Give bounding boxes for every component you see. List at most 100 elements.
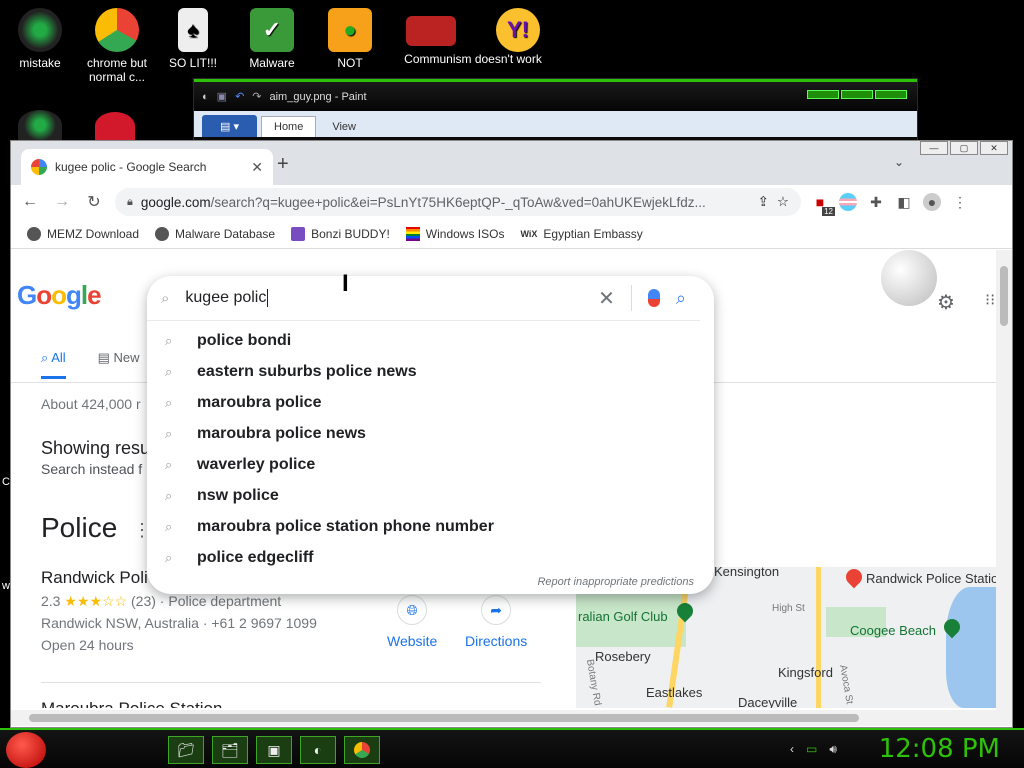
apps-grid-icon[interactable]: ⁝⁝: [985, 290, 995, 310]
taskbar-clock[interactable]: 12:08 PM: [879, 734, 1000, 764]
close-tab-icon[interactable]: ✕: [251, 159, 263, 176]
address-bar[interactable]: 🔒︎ google.com/search?q=kugee+polic&ei=Ps…: [115, 188, 801, 216]
website-label: Website: [387, 633, 438, 649]
side-panel-icon[interactable]: ◧: [895, 193, 913, 211]
search-icon: ⌕: [165, 332, 173, 348]
paint-window[interactable]: ◐ ▣ ↶ ↷ aim_guy.png - Paint ▤ ▾ Home Vie…: [193, 78, 918, 148]
suggestion-item[interactable]: ⌕ maroubra police station phone number: [147, 511, 714, 542]
suggestion-item[interactable]: ⌕ police bondi: [147, 325, 714, 356]
redo-icon[interactable]: ↷: [252, 90, 261, 103]
puzzle-piece-icon[interactable]: ✚: [867, 193, 885, 211]
shield-check-icon: ✓: [250, 8, 294, 52]
url-text[interactable]: google.com/search?q=kugee+polic&ei=PsLnY…: [141, 195, 750, 210]
google-logo[interactable]: Google: [17, 280, 102, 311]
system-tray: ‹ ▭ 🔊︎: [790, 742, 837, 757]
trans-flag-extension-icon[interactable]: [839, 193, 857, 211]
undo-icon[interactable]: ↶: [235, 90, 244, 103]
suggestion-item[interactable]: ⌕ police edgecliff: [147, 542, 714, 573]
desktop-icon-communism[interactable]: Y! Communism doesn't work: [388, 8, 558, 66]
paint-file-menu-button[interactable]: ▤ ▾: [202, 115, 257, 137]
url-path: /search?q=kugee+polic&ei=PsLnYt75HK6eptQ…: [210, 194, 706, 210]
close-window-button[interactable]: ✕: [980, 141, 1008, 155]
police-pin-icon[interactable]: [842, 567, 866, 589]
taskbar-explorer-icon[interactable]: 📁︎: [168, 736, 204, 764]
desktop-icon-not[interactable]: ● NOT: [310, 8, 390, 70]
place-name[interactable]: Randwick Poli: [41, 568, 148, 588]
search-submit-icon[interactable]: ⌕: [676, 288, 686, 309]
clear-search-icon[interactable]: ✕: [598, 286, 615, 311]
search-tabs: ⌕ All ▤ New: [41, 350, 140, 379]
bookmark-egyptian-embassy[interactable]: WiX Egyptian Embassy: [520, 227, 642, 241]
reload-icon[interactable]: ↻: [83, 191, 105, 213]
save-icon[interactable]: ▣: [217, 90, 227, 103]
bookmark-star-icon[interactable]: ☆: [777, 194, 789, 210]
desktop-icon-so-lit[interactable]: ♠ SO LIT!!!: [153, 8, 233, 70]
suggestion-item[interactable]: ⌕ maroubra police news: [147, 418, 714, 449]
vertical-scrollbar[interactable]: [996, 250, 1012, 713]
minimize-button[interactable]: —: [920, 141, 948, 155]
bookmark-windows-isos[interactable]: Windows ISOs: [405, 226, 504, 241]
taskbar-chrome-icon[interactable]: [344, 736, 380, 764]
suggestion-item[interactable]: ⌕ nsw police: [147, 480, 714, 511]
paint-titlebar[interactable]: ◐ ▣ ↶ ↷ aim_guy.png - Paint: [194, 79, 917, 111]
tab-search-chevron-icon[interactable]: ⌄: [894, 155, 904, 169]
forward-arrow-icon[interactable]: →: [51, 191, 73, 213]
search-instead-link[interactable]: Search instead f: [41, 461, 142, 477]
settings-gear-icon[interactable]: ⚙: [937, 290, 955, 315]
desktop-icon-mistake[interactable]: mistake: [0, 8, 80, 70]
directions-button[interactable]: ➦ Directions: [465, 595, 527, 649]
desktop-icon-chrome[interactable]: chrome but normal c...: [77, 8, 157, 84]
horizontal-scrollbar[interactable]: [11, 710, 1012, 726]
divider: [41, 682, 541, 683]
profile-avatar-icon[interactable]: ●: [923, 193, 941, 211]
wix-icon: WiX: [520, 228, 538, 239]
tab-view[interactable]: View: [320, 117, 368, 137]
bookmark-bonzi[interactable]: Bonzi BUDDY!: [291, 226, 390, 241]
paint-window-controls[interactable]: [807, 90, 907, 99]
bookmark-malware-database[interactable]: Malware Database: [155, 226, 275, 241]
desktop-icon-label: NOT: [337, 56, 363, 70]
tab-news[interactable]: ▤ New: [98, 350, 140, 379]
suggestion-item[interactable]: ⌕ eastern suburbs police news: [147, 356, 714, 387]
maximize-button[interactable]: ▢: [950, 141, 978, 155]
kebab-menu-icon[interactable]: ⋮: [951, 193, 969, 211]
share-icon[interactable]: ⇪: [758, 194, 769, 210]
desktop-icon-label: mistake: [19, 56, 61, 70]
map-water: [946, 587, 996, 708]
taskbar-paint-icon[interactable]: ◐: [300, 736, 336, 764]
volleyball-doodle: [881, 250, 937, 306]
map-label: Daceyville: [738, 695, 798, 708]
suggestion-item[interactable]: ⌕ waverley police: [147, 449, 714, 480]
taskbar-window-icon[interactable]: ▣: [256, 736, 292, 764]
bookmark-memz[interactable]: MEMZ Download: [27, 226, 139, 241]
search-icon: ⌕: [165, 425, 173, 441]
back-arrow-icon[interactable]: ←: [19, 191, 41, 213]
search-box[interactable]: ⌕ kugee polic ✕ ⌕: [147, 276, 700, 321]
battery-icon[interactable]: ▭: [806, 742, 817, 757]
desktop-icon-label: Malware: [249, 56, 295, 70]
flag-icon: [406, 16, 456, 46]
tray-chevron-icon[interactable]: ‹: [790, 742, 794, 757]
scroll-thumb[interactable]: [1000, 266, 1008, 326]
new-tab-button[interactable]: +: [277, 153, 289, 176]
section-title: Police: [41, 512, 118, 543]
scroll-thumb[interactable]: [29, 714, 859, 722]
globe-icon: 🌐︎: [397, 595, 428, 625]
recycle-bin-icon[interactable]: [18, 110, 62, 140]
place-name-2[interactable]: Maroubra Police Station: [41, 699, 222, 708]
opera-icon[interactable]: [95, 112, 135, 140]
tab-home[interactable]: Home: [261, 116, 317, 137]
start-button-angry-bird-icon[interactable]: [6, 732, 46, 768]
microphone-icon[interactable]: [647, 289, 660, 307]
suggestion-item[interactable]: ⌕ maroubra police: [147, 387, 714, 418]
desktop-icon-malware[interactable]: ✓ Malware: [232, 8, 312, 70]
chrome-icon: [95, 8, 139, 52]
search-input[interactable]: kugee polic: [185, 289, 582, 307]
volume-icon[interactable]: 🔊︎: [829, 742, 837, 757]
extension-badge-icon[interactable]: ■ 12: [811, 193, 835, 216]
browser-tab[interactable]: kugee polic - Google Search ✕: [21, 149, 273, 185]
website-button[interactable]: 🌐︎ Website: [387, 595, 437, 649]
taskbar-files-icon[interactable]: 🗂︎: [212, 736, 248, 764]
report-predictions-link[interactable]: Report inappropriate predictions: [537, 576, 694, 588]
tab-all[interactable]: ⌕ All: [41, 350, 66, 379]
